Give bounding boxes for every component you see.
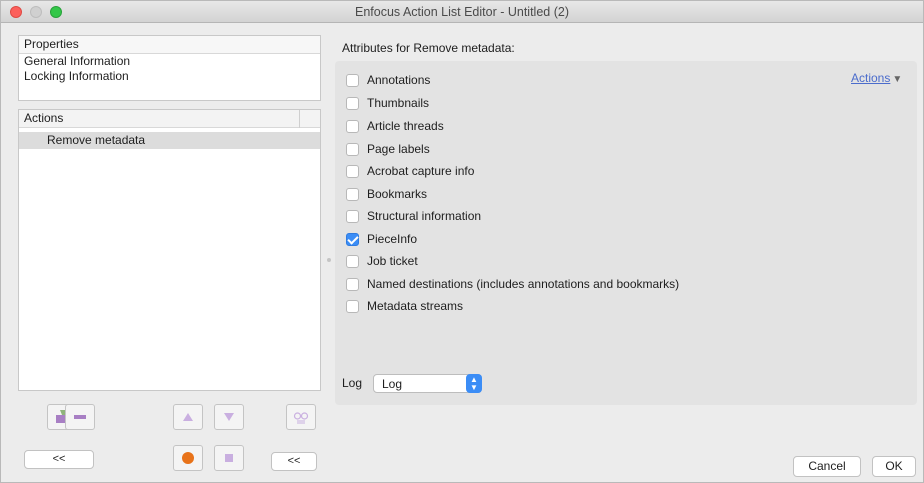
option-label: Metadata streams — [367, 299, 464, 313]
minus-icon — [74, 415, 86, 419]
option-named-destinations[interactable]: Named destinations (includes annotations… — [346, 276, 679, 292]
property-locking-information[interactable]: Locking Information — [19, 69, 320, 84]
triangle-down-icon: ▼ — [892, 74, 903, 85]
option-annotations[interactable]: Annotations — [346, 72, 430, 88]
option-job-ticket[interactable]: Job ticket — [346, 253, 418, 269]
ok-button[interactable]: OK — [872, 456, 916, 477]
record-circle-icon — [182, 452, 194, 464]
attributes-label: Attributes for Remove metadata: — [342, 41, 515, 55]
checkbox[interactable] — [346, 277, 359, 291]
triangle-up-icon — [183, 413, 193, 421]
properties-header: Properties — [19, 36, 320, 54]
option-acrobat-capture-info[interactable]: Acrobat capture info — [346, 163, 474, 179]
inspect-button[interactable] — [286, 404, 316, 430]
stop-button[interactable] — [214, 445, 244, 471]
option-label: Page labels — [367, 142, 430, 156]
checkbox[interactable] — [346, 96, 359, 110]
option-label: Annotations — [367, 73, 431, 87]
option-label: Acrobat capture info — [367, 164, 475, 178]
option-thumbnails[interactable]: Thumbnails — [346, 95, 429, 111]
log-select-value: Log — [382, 377, 403, 391]
updown-arrows-icon: ▲ ▼ — [466, 374, 482, 393]
record-button[interactable] — [173, 445, 203, 471]
checkbox[interactable] — [346, 73, 359, 87]
checkbox[interactable] — [346, 119, 359, 133]
checkbox-checked[interactable] — [346, 232, 359, 246]
checkbox[interactable] — [346, 299, 359, 313]
glasses-icon — [293, 412, 309, 424]
log-select[interactable]: Log ▲ ▼ — [373, 374, 482, 393]
option-structural-information[interactable]: Structural information — [346, 208, 481, 224]
option-page-labels[interactable]: Page labels — [346, 141, 430, 157]
triangle-down-icon — [224, 413, 234, 421]
action-item-remove-metadata[interactable]: Remove metadata — [19, 132, 320, 149]
collapse-right-button[interactable]: << — [271, 452, 317, 471]
option-label: Structural information — [367, 209, 482, 223]
option-label: Article threads — [367, 119, 444, 133]
checkbox[interactable] — [346, 142, 359, 156]
properties-panel: Properties General Information Locking I… — [18, 35, 321, 101]
option-bookmarks[interactable]: Bookmarks — [346, 186, 427, 202]
checkbox[interactable] — [346, 164, 359, 178]
actions-header: Actions — [19, 110, 320, 128]
actions-menu-label: Actions — [851, 71, 891, 85]
option-article-threads[interactable]: Article threads — [346, 118, 444, 134]
column-divider[interactable] — [299, 110, 300, 128]
option-pieceinfo[interactable]: PieceInfo — [346, 231, 417, 247]
actions-menu-link[interactable]: Actions ▼ — [851, 71, 902, 85]
checkbox[interactable] — [346, 254, 359, 268]
cancel-button[interactable]: Cancel — [793, 456, 861, 477]
collapse-left-button[interactable]: << — [24, 450, 94, 469]
log-label: Log — [342, 376, 363, 390]
option-label: PieceInfo — [367, 232, 418, 246]
move-up-button[interactable] — [173, 404, 203, 430]
remove-action-button[interactable] — [65, 404, 95, 430]
actions-header-label: Actions — [24, 111, 64, 125]
attributes-panel — [335, 61, 917, 405]
move-down-button[interactable] — [214, 404, 244, 430]
option-label: Named destinations (includes annotations… — [367, 277, 680, 291]
option-label: Bookmarks — [367, 187, 428, 201]
app-window: Enfocus Action List Editor - Untitled (2… — [0, 0, 924, 483]
checkbox[interactable] — [346, 209, 359, 223]
option-label: Job ticket — [367, 254, 418, 268]
actions-panel: Actions Remove metadata — [18, 109, 321, 391]
option-metadata-streams[interactable]: Metadata streams — [346, 298, 463, 314]
title-bar[interactable]: Enfocus Action List Editor - Untitled (2… — [1, 1, 923, 23]
checkbox[interactable] — [346, 187, 359, 201]
splitter-handle[interactable] — [327, 258, 331, 262]
property-general-information[interactable]: General Information — [19, 54, 320, 69]
option-label: Thumbnails — [367, 96, 430, 110]
stop-square-icon — [225, 454, 233, 462]
window-title: Enfocus Action List Editor - Untitled (2… — [355, 5, 569, 19]
